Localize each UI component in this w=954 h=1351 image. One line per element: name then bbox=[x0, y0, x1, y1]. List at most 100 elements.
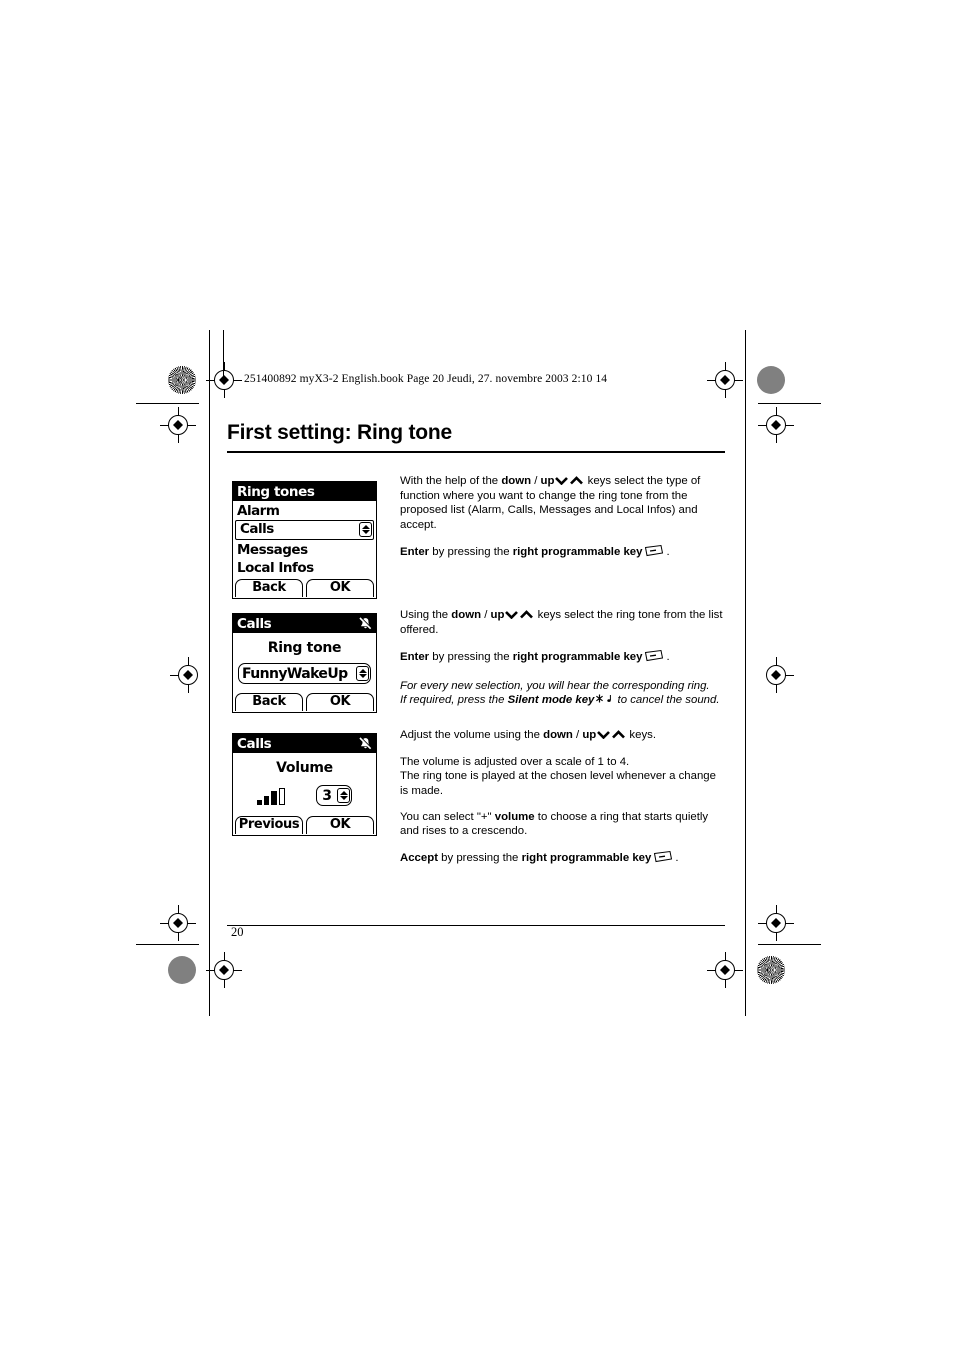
scroll-spinner-icon[interactable] bbox=[359, 522, 372, 537]
text-3-p4a: by pressing the bbox=[437, 852, 522, 865]
registration-gray-top-right bbox=[757, 366, 785, 394]
screen1-body: Alarm Calls Messages Local Infos bbox=[233, 501, 376, 579]
ring-tone-value-box[interactable]: FunnyWakeUp bbox=[238, 663, 371, 684]
text-3-up: up bbox=[582, 729, 597, 741]
text-1-down: down bbox=[501, 475, 532, 487]
right-programmable-key-icon bbox=[644, 544, 664, 561]
registration-gray-bottom-left bbox=[168, 956, 196, 984]
softkey-back[interactable]: Back bbox=[235, 579, 303, 597]
instruction-block-3: Adjust the volume using the down / up ke… bbox=[400, 728, 726, 867]
instruction-3-paragraph-1: Adjust the volume using the down / up ke… bbox=[400, 728, 726, 743]
right-programmable-key-icon-3 bbox=[653, 850, 673, 867]
registration-crosshair-bottom-right-lower bbox=[707, 952, 743, 988]
screen2-body: Ring tone FunnyWakeUp bbox=[233, 633, 376, 693]
footer-rule bbox=[227, 925, 725, 927]
list-item-messages[interactable]: Messages bbox=[233, 541, 376, 559]
instruction-3-paragraph-3: You can select "+" volume to choose a ri… bbox=[400, 810, 726, 838]
text-2-rpk: right programmable key bbox=[512, 651, 643, 664]
text-3-a: Adjust the volume using the bbox=[400, 729, 544, 741]
registration-crosshair-bottom-left-upper bbox=[160, 905, 196, 941]
text-1-up: up bbox=[540, 475, 555, 487]
list-item-alarm[interactable]: Alarm bbox=[233, 502, 376, 520]
text-2-p2end: . bbox=[666, 651, 670, 664]
registration-crosshair-top-left-lower bbox=[160, 407, 196, 443]
screen3-title: Volume bbox=[276, 760, 333, 776]
text-2-sep: / bbox=[481, 609, 491, 621]
trim-line-top-left-v bbox=[223, 330, 225, 377]
text-3-line-2: The ring tone is played at the chosen le… bbox=[400, 770, 716, 797]
page-number: 20 bbox=[231, 925, 244, 939]
registration-crosshair-bottom-left-lower bbox=[206, 952, 242, 988]
registration-star-top-left bbox=[168, 366, 196, 394]
chevron-up-icon bbox=[570, 475, 584, 489]
text-1-p2end: . bbox=[666, 545, 670, 558]
screen2-header-label: Calls bbox=[237, 615, 272, 632]
instruction-3-paragraph-2: The volume is adjusted over a scale of 1… bbox=[400, 755, 726, 798]
text-3-p4end: . bbox=[675, 852, 679, 865]
phone-screen-volume: Calls Volume 3 Previous OK bbox=[232, 733, 377, 836]
text-3-line-1: The volume is adjusted over a scale of 1… bbox=[400, 756, 630, 769]
silent-mode-note-icon bbox=[606, 694, 613, 708]
text-2-a: Using the bbox=[400, 609, 452, 621]
printed-page: 251400892 myX3-2 English.book Page 20 Je… bbox=[0, 0, 954, 1351]
chevron-down-icon-3 bbox=[597, 729, 611, 743]
volume-value: 3 bbox=[322, 787, 332, 804]
text-3-c: keys. bbox=[626, 729, 657, 741]
registration-crosshair-bottom-right-upper bbox=[758, 905, 794, 941]
volume-row: 3 bbox=[241, 785, 368, 806]
softkey-previous[interactable]: Previous bbox=[235, 816, 303, 834]
trim-line-top-left-h bbox=[136, 403, 199, 405]
registration-star-bottom-right bbox=[757, 956, 785, 984]
registration-crosshair-mid-right bbox=[758, 657, 794, 693]
text-1-p2a: by pressing the bbox=[429, 545, 513, 558]
chevron-up-icon-3 bbox=[612, 729, 626, 743]
screen1-header-label: Ring tones bbox=[237, 483, 315, 500]
list-item-calls-label: Calls bbox=[240, 521, 274, 537]
right-programmable-key-icon-2 bbox=[644, 649, 664, 666]
softkey-back-2[interactable]: Back bbox=[235, 693, 303, 711]
text-2-italic-1: For every new selection, you will hear t… bbox=[400, 679, 710, 692]
screen3-header-label: Calls bbox=[237, 735, 272, 752]
softkey-ok[interactable]: OK bbox=[306, 579, 374, 597]
silent-mode-key-icon bbox=[595, 693, 604, 708]
trim-line-top-right-h bbox=[758, 403, 821, 405]
registration-crosshair-top-right-lower bbox=[758, 407, 794, 443]
silent-mode-icon bbox=[358, 616, 373, 631]
instruction-2-paragraph-3: For every new selection, you will hear t… bbox=[400, 679, 726, 708]
silent-mode-icon-2 bbox=[358, 736, 373, 751]
volume-spinner-icon[interactable] bbox=[337, 788, 351, 803]
screen3-softkeys: Previous OK bbox=[233, 816, 376, 835]
list-item-calls[interactable]: Calls bbox=[235, 520, 374, 540]
ring-tone-spinner-icon[interactable] bbox=[356, 666, 369, 681]
trim-line-bottom-left-h bbox=[136, 944, 199, 946]
text-2-p2a: by pressing the bbox=[429, 651, 513, 664]
volume-level-bars-icon bbox=[256, 787, 285, 805]
text-1-rpk: right programmable key bbox=[512, 545, 643, 558]
chevron-up-icon-2 bbox=[520, 609, 534, 623]
trim-line-bottom-right-h bbox=[758, 944, 821, 946]
softkey-ok-2[interactable]: OK bbox=[306, 693, 374, 711]
text-3-p3a: You can select "+" bbox=[400, 810, 495, 823]
phone-screen-ring-tones: Ring tones Alarm Calls Messages Local In… bbox=[232, 481, 377, 599]
instruction-1-paragraph-2: Enter by pressing the right programmable… bbox=[400, 544, 726, 561]
page-title: First setting: Ring tone bbox=[227, 421, 453, 444]
text-2-italic-3: to cancel the sound. bbox=[614, 693, 720, 706]
text-2-up: up bbox=[490, 609, 505, 621]
registration-crosshair-mid-left bbox=[170, 657, 206, 693]
screen2-softkeys: Back OK bbox=[233, 693, 376, 712]
instruction-block-1: With the help of the down / up keys sele… bbox=[400, 474, 726, 561]
chevron-down-icon bbox=[555, 475, 569, 489]
chevron-down-icon-2 bbox=[505, 609, 519, 623]
volume-value-box[interactable]: 3 bbox=[316, 785, 353, 806]
screen3-body: Volume 3 bbox=[233, 753, 376, 816]
text-3-rpk: right programmable key bbox=[521, 852, 652, 865]
trim-line-mid-right-v bbox=[745, 330, 747, 1016]
text-2-italic-2: If required, press the bbox=[400, 693, 508, 706]
instruction-1-paragraph-1: With the help of the down / up keys sele… bbox=[400, 474, 726, 532]
screen2-title: Ring tone bbox=[267, 640, 342, 656]
text-2-down: down bbox=[451, 609, 482, 621]
screen1-header: Ring tones bbox=[233, 482, 376, 501]
list-item-local-infos[interactable]: Local Infos bbox=[233, 559, 376, 577]
softkey-ok-3[interactable]: OK bbox=[306, 816, 374, 834]
text-1-sep: / bbox=[531, 475, 541, 487]
